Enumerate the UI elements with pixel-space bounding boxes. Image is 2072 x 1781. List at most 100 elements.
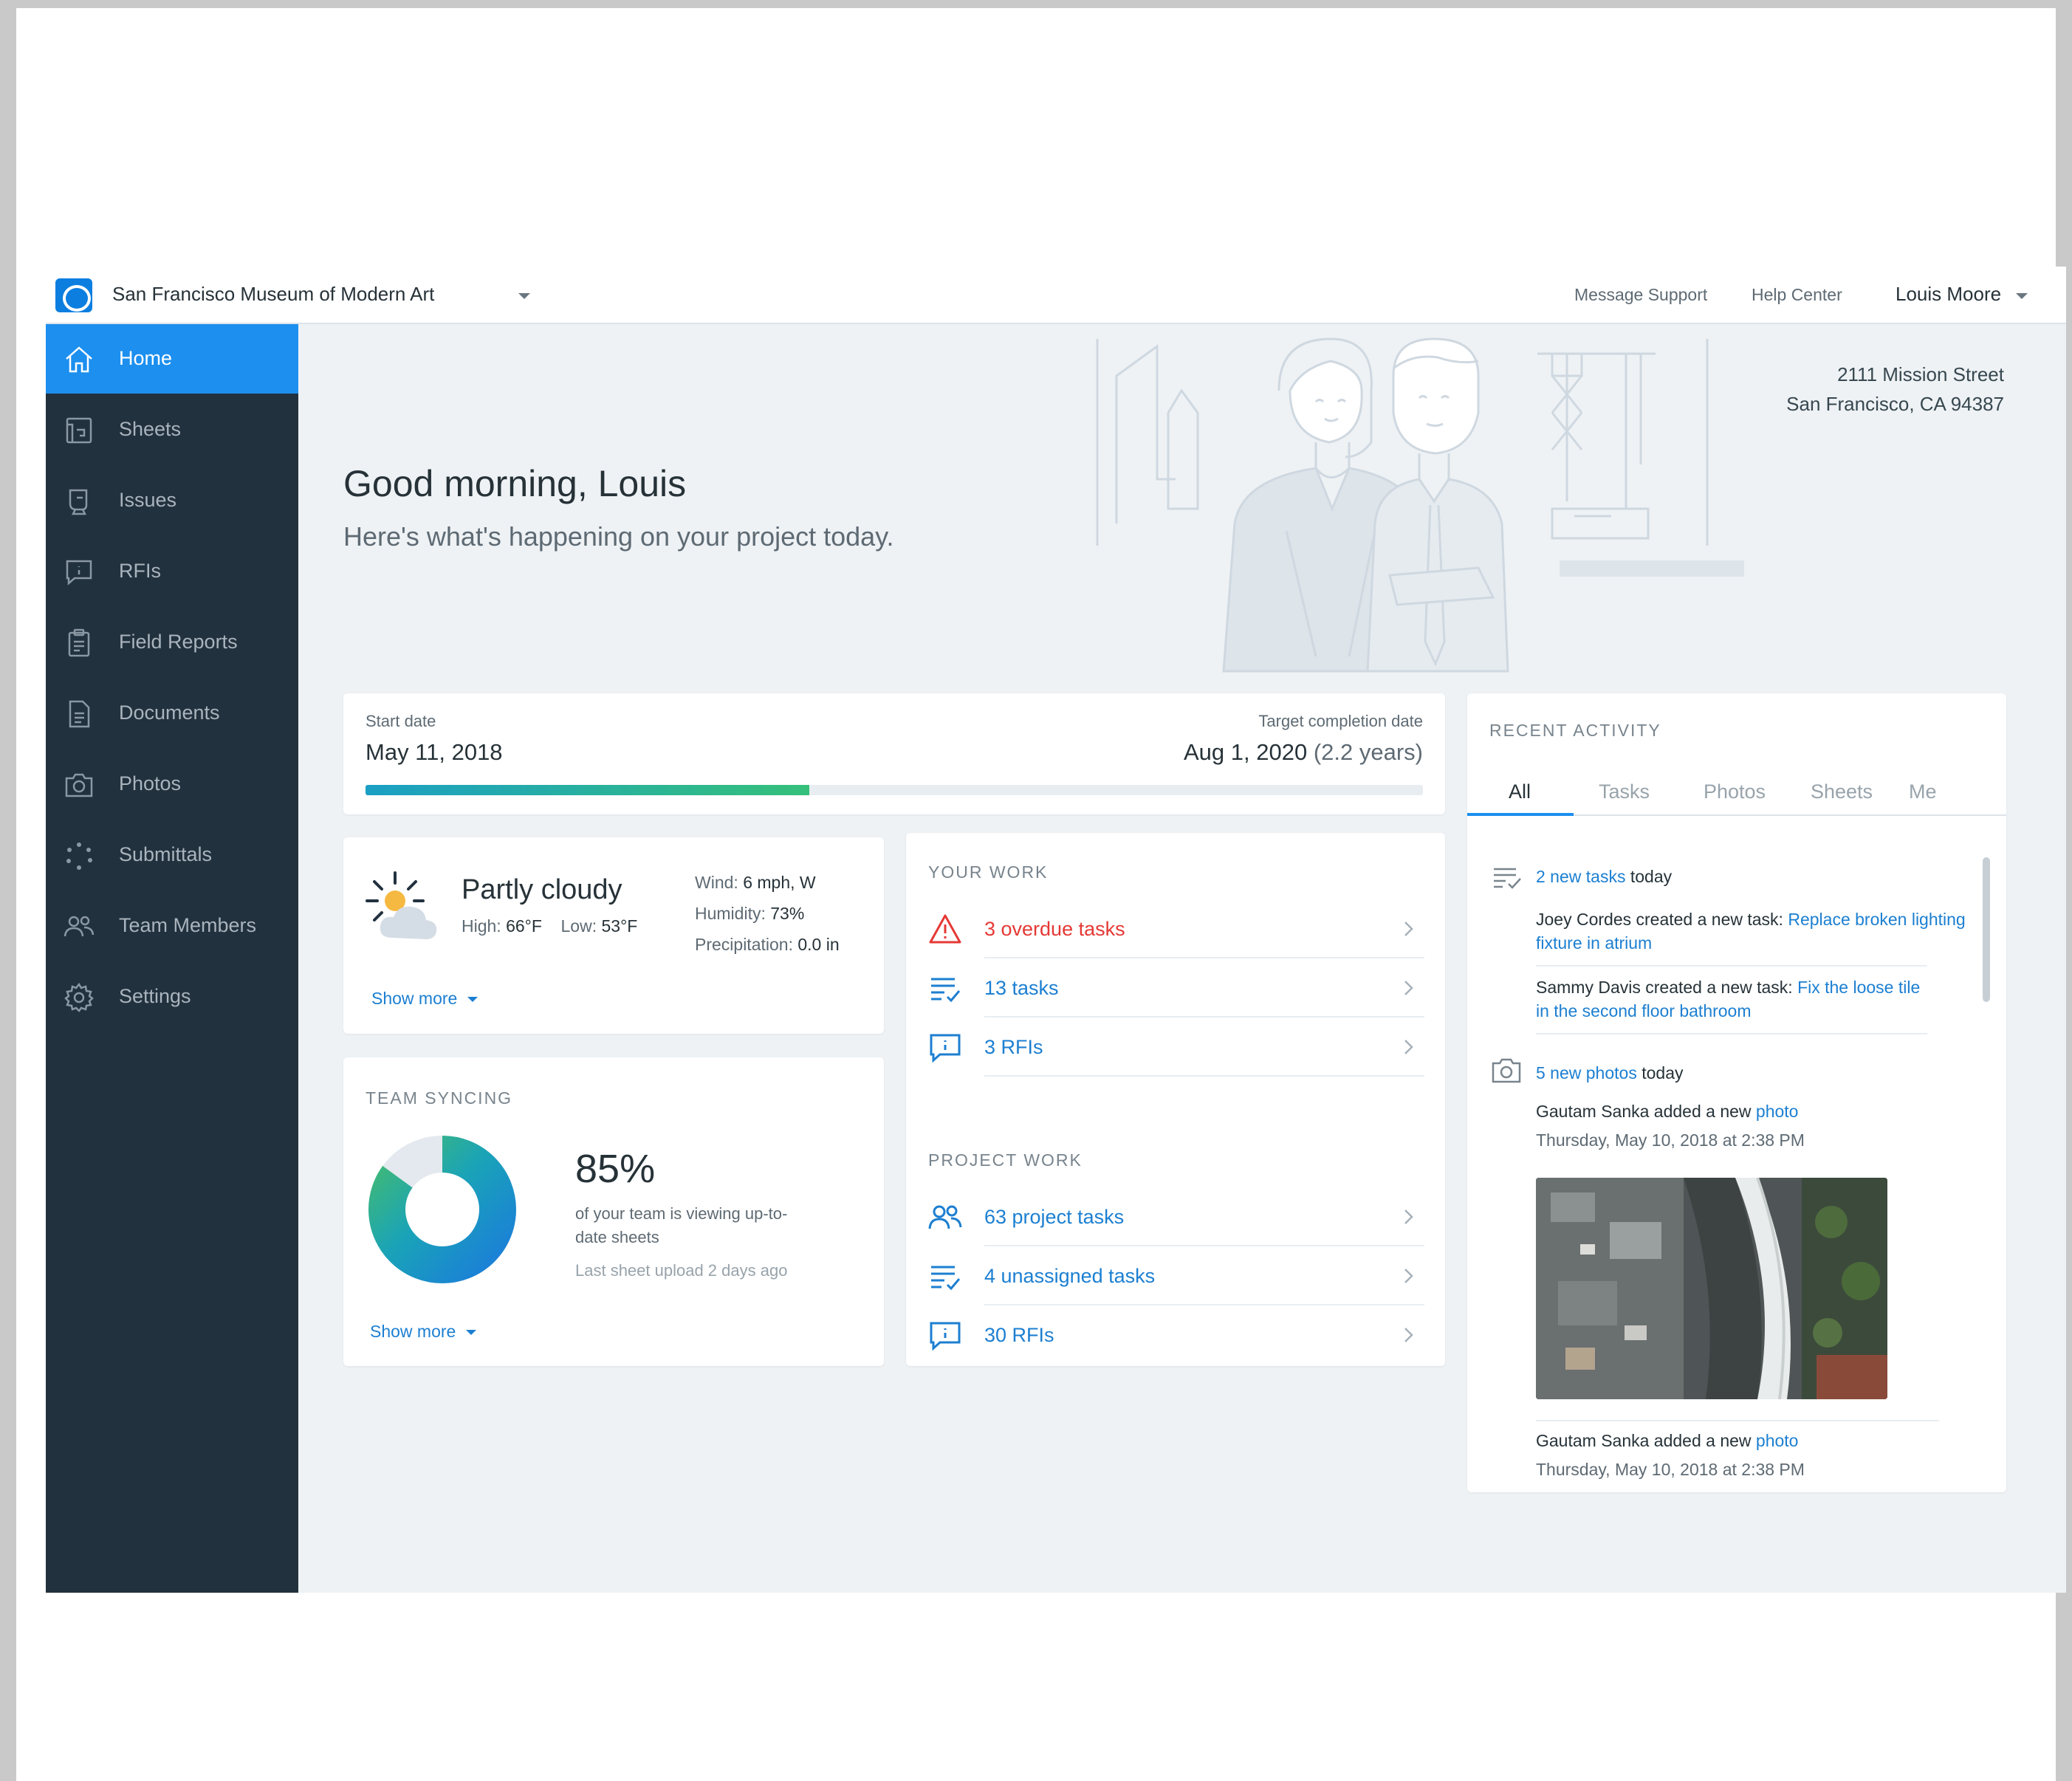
clipboard-icon [68, 628, 90, 657]
team-sync-donut-chart [368, 1136, 516, 1283]
weather-stats: Wind: 6 mph, W Humidity: 73% Precipitati… [695, 867, 840, 960]
gear-icon [64, 982, 94, 1012]
tab-photos[interactable]: Photos [1704, 780, 1766, 803]
user-menu[interactable]: Louis Moore [1896, 283, 2001, 306]
humidity-value: 73% [770, 904, 805, 923]
target-duration: (2.2 years) [1313, 739, 1423, 765]
partly-cloudy-icon [366, 871, 437, 939]
sidebar-item-settings[interactable]: Settings [46, 962, 298, 1032]
activity-entry-text: Gautam Sanka added a new [1536, 1102, 1756, 1121]
work-item-overdue-tasks[interactable]: 3 overdue tasks [928, 899, 1424, 958]
aerial-photo-image [1536, 1178, 1887, 1399]
work-item-label: 4 unassigned tasks [984, 1265, 1156, 1287]
activity-photo-thumbnail[interactable] [1536, 1178, 1887, 1399]
activity-entry: Sammy Davis created a new task: Fix the … [1536, 975, 1979, 1023]
photo-link[interactable]: photo [1756, 1431, 1799, 1450]
work-item-project-rfis[interactable]: 30 RFIs [928, 1305, 1424, 1365]
chevron-down-icon[interactable] [518, 293, 530, 299]
sidebar-item-label: Submittals [119, 843, 213, 865]
work-item-project-tasks[interactable]: 63 project tasks [928, 1187, 1424, 1246]
activity-entry-text: Sammy Davis created a new task: [1536, 978, 1798, 997]
low-value: 53°F [601, 916, 638, 936]
divider [984, 1075, 1424, 1077]
chevron-right-icon [1404, 1328, 1413, 1342]
message-support-link[interactable]: Message Support [1574, 285, 1707, 305]
new-tasks-link[interactable]: 2 new tasks [1536, 867, 1625, 886]
team-sync-show-more-button[interactable]: Show more [370, 1322, 476, 1342]
sidebar: Home Sheets Issues RFIs Field Reports Do… [46, 324, 298, 1593]
weather-show-more-button[interactable]: Show more [371, 989, 478, 1009]
recent-activity-card: RECENT ACTIVITY All Tasks Photos Sheets … [1467, 693, 2006, 1492]
issues-icon [69, 489, 88, 515]
tab-me[interactable]: Me [1909, 780, 1937, 803]
greeting-heading: Good morning, Louis [343, 463, 687, 504]
precipitation-value: 0.0 in [797, 935, 840, 954]
activity-entry: Gautam Sanka added a new photo [1536, 1099, 1798, 1123]
new-tasks-suffix: today [1630, 867, 1673, 886]
task-link-continued[interactable]: in the second floor bathroom [1536, 1001, 1752, 1020]
wind-label: Wind: [695, 873, 738, 892]
high-label: High: [462, 916, 501, 936]
sidebar-item-documents[interactable]: Documents [46, 679, 298, 748]
sidebar-item-label: Issues [119, 489, 177, 511]
work-item-label: 13 tasks [984, 977, 1059, 999]
tasks-icon [931, 978, 961, 1003]
activity-timestamp: Thursday, May 10, 2018 at 2:38 PM [1536, 1130, 1805, 1150]
hero-illustration [1096, 337, 1744, 673]
work-item-tasks[interactable]: 13 tasks [928, 958, 1424, 1018]
address-line: 2111 Mission Street [1837, 363, 2004, 385]
chevron-right-icon [1404, 1209, 1413, 1224]
sidebar-item-label: Documents [119, 701, 220, 724]
document-icon [69, 700, 90, 728]
app-logo-icon[interactable] [55, 278, 92, 312]
sidebar-item-team-members[interactable]: Team Members [46, 891, 298, 961]
help-center-link[interactable]: Help Center [1752, 285, 1842, 305]
sidebar-item-field-reports[interactable]: Field Reports [46, 608, 298, 677]
chevron-down-icon[interactable] [2016, 293, 2028, 299]
rfi-icon [930, 1322, 961, 1351]
activity-scrollbar[interactable] [1983, 857, 1990, 1002]
warning-icon [929, 914, 961, 944]
task-link[interactable]: Fix the loose tile [1797, 978, 1920, 997]
new-photos-summary: 5 new photos today [1536, 1061, 1683, 1085]
sidebar-item-label: Photos [119, 772, 182, 795]
work-item-rfis[interactable]: 3 RFIs [928, 1018, 1424, 1077]
tab-sheets[interactable]: Sheets [1811, 780, 1873, 803]
sidebar-item-label: Field Reports [119, 631, 238, 653]
precipitation-row: Precipitation: 0.0 in [695, 929, 840, 960]
divider [1536, 965, 1927, 967]
new-photos-link[interactable]: 5 new photos [1536, 1063, 1637, 1082]
weather-condition: Partly cloudy [462, 874, 622, 905]
wind-value: 6 mph, W [743, 873, 816, 892]
activity-entry: Joey Cordes created a new task: Replace … [1536, 907, 1994, 955]
address-line: San Francisco, CA 94387 [1786, 393, 2004, 415]
work-item-unassigned-tasks[interactable]: 4 unassigned tasks [928, 1246, 1424, 1305]
project-selector[interactable]: San Francisco Museum of Modern Art [112, 283, 434, 306]
sidebar-item-submittals[interactable]: Submittals [46, 820, 298, 890]
sidebar-item-home[interactable]: Home [46, 324, 298, 394]
photo-link[interactable]: photo [1756, 1102, 1799, 1121]
chevron-right-icon [1404, 1269, 1413, 1283]
target-date: Aug 1, 2020 [1184, 739, 1308, 765]
start-date-value: May 11, 2018 [366, 739, 503, 765]
sidebar-item-sheets[interactable]: Sheets [46, 395, 298, 464]
sidebar-item-rfis[interactable]: RFIs [46, 537, 298, 606]
rfi-icon [930, 1034, 961, 1063]
sidebar-item-photos[interactable]: Photos [46, 749, 298, 819]
humidity-row: Humidity: 73% [695, 898, 840, 929]
chevron-right-icon [1404, 1040, 1413, 1054]
target-date-value: Aug 1, 2020 (2.2 years) [1184, 739, 1423, 766]
work-item-label: 3 RFIs [984, 1036, 1043, 1058]
timeline-progress-fill [366, 785, 810, 795]
task-link-continued[interactable]: fixture in atrium [1536, 933, 1652, 953]
tab-all[interactable]: All [1509, 780, 1531, 803]
home-icon [66, 346, 92, 373]
sidebar-item-issues[interactable]: Issues [46, 466, 298, 535]
work-item-label: 63 project tasks [984, 1206, 1125, 1228]
activity-entry: Gautam Sanka added a new photo [1536, 1429, 1798, 1452]
tab-tasks[interactable]: Tasks [1599, 780, 1650, 803]
active-tab-indicator [1467, 813, 1574, 816]
task-link[interactable]: Replace broken lighting [1788, 910, 1965, 929]
team-icon [928, 1205, 962, 1229]
camera-icon [1492, 1058, 1521, 1083]
